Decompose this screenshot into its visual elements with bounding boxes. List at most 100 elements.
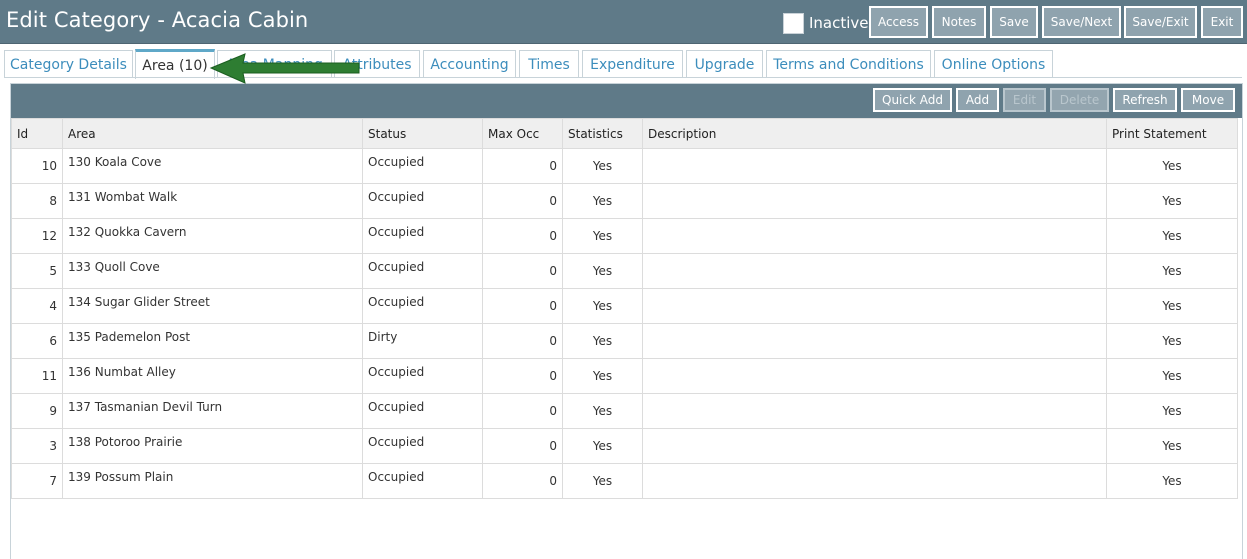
cell-print-statement: Yes (1106, 288, 1238, 324)
cell-description (642, 183, 1107, 219)
cell-max-occ: 0 (482, 323, 563, 359)
cell-print-statement: Yes (1106, 428, 1238, 464)
cell-area: 131 Wombat Walk (62, 183, 363, 219)
cell-description (642, 148, 1107, 184)
table-row[interactable]: 9 137 Tasmanian Devil Turn Occupied 0 Yes Yes (11, 393, 1238, 429)
tab-terms-and-conditions[interactable]: Terms and Conditions (766, 50, 931, 78)
column-header-id[interactable]: Id (11, 118, 63, 149)
cell-max-occ: 0 (482, 358, 563, 394)
save-button[interactable]: Save (990, 6, 1038, 38)
cell-description (642, 253, 1107, 289)
cell-max-occ: 0 (482, 148, 563, 184)
tab-bar: Category Details Area (10) Area Mapping … (0, 44, 1247, 79)
cell-area: 132 Quokka Cavern (62, 218, 363, 254)
cell-description (642, 463, 1107, 499)
cell-id: 12 (11, 218, 63, 254)
cell-statistics: Yes (562, 323, 643, 359)
tab-attributes[interactable]: Attributes (334, 50, 420, 78)
column-header-max-occ[interactable]: Max Occ (482, 118, 563, 149)
cell-description (642, 393, 1107, 429)
tab-upgrade[interactable]: Upgrade (686, 50, 763, 78)
column-header-statistics[interactable]: Statistics (562, 118, 643, 149)
delete-button[interactable]: Delete (1050, 88, 1109, 112)
table-row[interactable]: 12 132 Quokka Cavern Occupied 0 Yes Yes (11, 218, 1238, 254)
cell-id: 3 (11, 428, 63, 464)
tab-accounting[interactable]: Accounting (423, 50, 516, 78)
cell-max-occ: 0 (482, 183, 563, 219)
inactive-label: Inactive (809, 14, 869, 32)
exit-button[interactable]: Exit (1201, 6, 1243, 38)
tab-area-mapping[interactable]: Area Mapping (217, 50, 332, 78)
cell-print-statement: Yes (1106, 393, 1238, 429)
cell-statistics: Yes (562, 393, 643, 429)
cell-area: 138 Potoroo Prairie (62, 428, 363, 464)
area-table: Id Area Status Max Occ Statistics Descri… (11, 118, 1238, 499)
cell-max-occ: 0 (482, 288, 563, 324)
grid-toolbar: Quick Add Add Edit Delete Refresh Move (11, 84, 1242, 118)
table-row[interactable]: 5 133 Quoll Cove Occupied 0 Yes Yes (11, 253, 1238, 289)
move-button[interactable]: Move (1181, 88, 1235, 112)
cell-id: 10 (11, 148, 63, 184)
tab-area[interactable]: Area (10) (135, 49, 215, 79)
cell-print-statement: Yes (1106, 463, 1238, 499)
cell-print-statement: Yes (1106, 323, 1238, 359)
cell-status: Dirty (362, 323, 483, 359)
cell-id: 5 (11, 253, 63, 289)
cell-description (642, 358, 1107, 394)
tab-times[interactable]: Times (519, 50, 579, 78)
cell-statistics: Yes (562, 218, 643, 254)
notes-button[interactable]: Notes (932, 6, 986, 38)
table-row[interactable]: 8 131 Wombat Walk Occupied 0 Yes Yes (11, 183, 1238, 219)
access-button[interactable]: Access (869, 6, 928, 38)
cell-print-statement: Yes (1106, 183, 1238, 219)
table-row[interactable]: 10 130 Koala Cove Occupied 0 Yes Yes (11, 148, 1238, 184)
cell-id: 9 (11, 393, 63, 429)
inactive-toggle[interactable]: Inactive (783, 12, 869, 34)
table-row[interactable]: 3 138 Potoroo Prairie Occupied 0 Yes Yes (11, 428, 1238, 464)
cell-max-occ: 0 (482, 393, 563, 429)
quick-add-button[interactable]: Quick Add (873, 88, 952, 112)
cell-statistics: Yes (562, 463, 643, 499)
tab-online-options[interactable]: Online Options (934, 50, 1053, 78)
refresh-button[interactable]: Refresh (1113, 88, 1177, 112)
table-header-row: Id Area Status Max Occ Statistics Descri… (11, 118, 1238, 149)
cell-id: 4 (11, 288, 63, 324)
table-row[interactable]: 6 135 Pademelon Post Dirty 0 Yes Yes (11, 323, 1238, 359)
table-row[interactable]: 7 139 Possum Plain Occupied 0 Yes Yes (11, 463, 1238, 499)
column-header-description[interactable]: Description (642, 118, 1107, 149)
tab-expenditure[interactable]: Expenditure (582, 50, 683, 78)
table-row[interactable]: 11 136 Numbat Alley Occupied 0 Yes Yes (11, 358, 1238, 394)
cell-status: Occupied (362, 218, 483, 254)
cell-description (642, 428, 1107, 464)
cell-id: 11 (11, 358, 63, 394)
cell-print-statement: Yes (1106, 148, 1238, 184)
column-header-area[interactable]: Area (62, 118, 363, 149)
cell-status: Occupied (362, 148, 483, 184)
cell-description (642, 218, 1107, 254)
cell-area: 130 Koala Cove (62, 148, 363, 184)
page-title: Edit Category - Acacia Cabin (6, 8, 309, 32)
add-button[interactable]: Add (956, 88, 999, 112)
inactive-checkbox[interactable] (783, 12, 804, 34)
cell-description (642, 323, 1107, 359)
tab-divider (4, 77, 1242, 78)
cell-id: 6 (11, 323, 63, 359)
tab-category-details[interactable]: Category Details (4, 50, 133, 78)
cell-statistics: Yes (562, 148, 643, 184)
area-panel: Quick Add Add Edit Delete Refresh Move I… (10, 83, 1243, 559)
cell-statistics: Yes (562, 428, 643, 464)
header-bar: Edit Category - Acacia Cabin Inactive Ac… (0, 0, 1247, 44)
cell-max-occ: 0 (482, 463, 563, 499)
cell-status: Occupied (362, 358, 483, 394)
table-row[interactable]: 4 134 Sugar Glider Street Occupied 0 Yes Yes (11, 288, 1238, 324)
save-next-button[interactable]: Save/Next (1042, 6, 1121, 38)
edit-button[interactable]: Edit (1003, 88, 1046, 112)
column-header-print-statement[interactable]: Print Statement (1106, 118, 1238, 149)
cell-statistics: Yes (562, 253, 643, 289)
save-exit-button[interactable]: Save/Exit (1124, 6, 1197, 38)
cell-area: 135 Pademelon Post (62, 323, 363, 359)
cell-area: 137 Tasmanian Devil Turn (62, 393, 363, 429)
cell-id: 8 (11, 183, 63, 219)
column-header-status[interactable]: Status (362, 118, 483, 149)
cell-status: Occupied (362, 463, 483, 499)
